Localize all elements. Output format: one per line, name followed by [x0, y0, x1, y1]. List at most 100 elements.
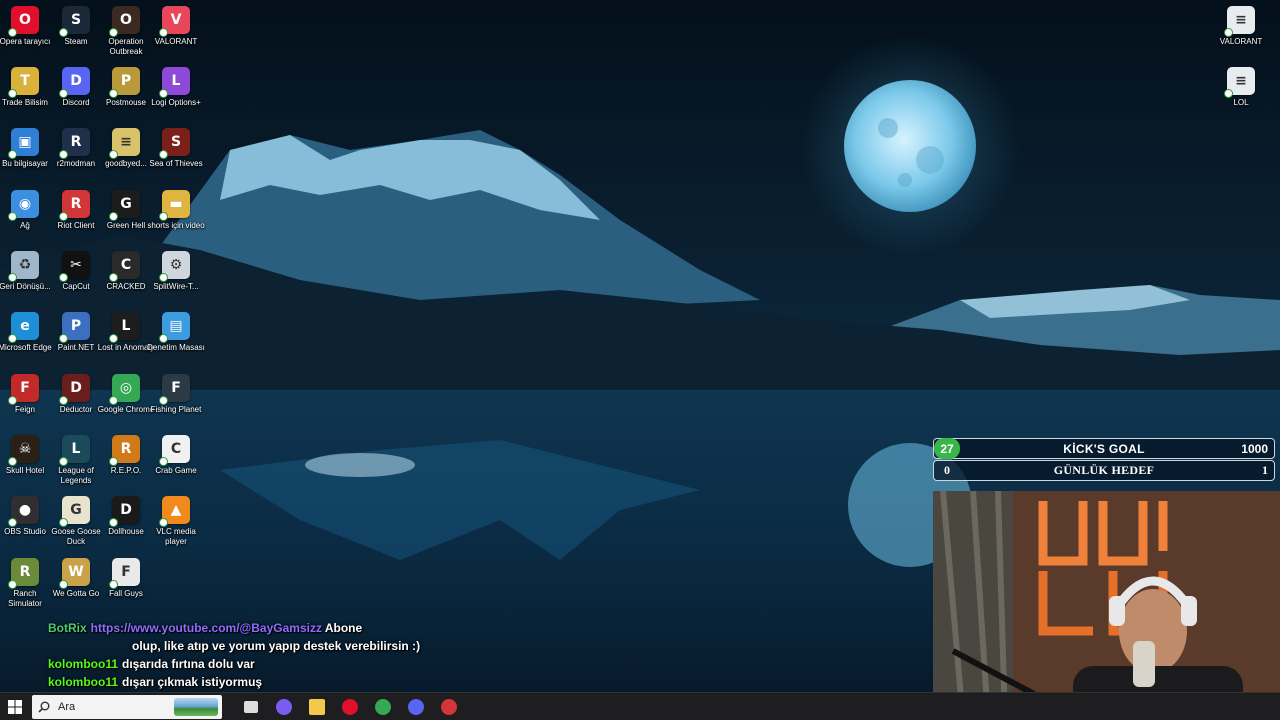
chat-message: BotRix https://www.youtube.com/@BayGamsiz…	[48, 621, 648, 639]
shortcut-arrow-icon	[8, 89, 17, 98]
deductor-icon: D	[59, 374, 90, 405]
we-gotta-go-icon: W	[59, 558, 90, 589]
text-file-icon: ≡	[1224, 6, 1255, 37]
desktop-shortcut[interactable]: L Logi Options+	[147, 67, 205, 108]
search-highlight-icon	[174, 697, 218, 716]
shortcut-arrow-icon	[8, 273, 17, 282]
shortcut-arrow-icon	[8, 212, 17, 221]
taskbar-app-button[interactable]	[432, 693, 465, 720]
desktop-shortcut[interactable]: e Microsoft Edge	[0, 312, 54, 353]
taskbar-app-button[interactable]	[399, 693, 432, 720]
shortcut-arrow-icon	[109, 273, 118, 282]
repo-icon: R	[109, 435, 140, 466]
desktop-shortcut[interactable]: ♻ Geri Dönüşü...	[0, 251, 54, 292]
taskbar-app-button[interactable]	[267, 693, 300, 720]
shortcut-arrow-icon	[59, 518, 68, 527]
desktop-shortcut[interactable]: ◉ Ağ	[0, 190, 54, 231]
fishing-planet-icon: F	[159, 374, 190, 405]
dollhouse-icon: D	[109, 496, 140, 527]
desktop-shortcut[interactable]: F Fishing Planet	[147, 374, 205, 415]
desktop-shortcut-label: Postmouse	[105, 98, 147, 107]
shortcut-arrow-icon	[159, 212, 168, 221]
shortcut-arrow-icon	[159, 518, 168, 527]
desktop-shortcut-label: VLC media player	[156, 527, 196, 546]
feign-icon: F	[8, 374, 39, 405]
desktop-shortcut[interactable]: F Feign	[0, 374, 54, 415]
logi-options-icon: L	[159, 67, 190, 98]
webcam-overlay	[933, 491, 1280, 720]
opera-icon	[341, 698, 358, 715]
desktop-shortcut[interactable]: ≡ VALORANT	[1212, 6, 1270, 47]
chat-message: kolomboo11 dışarı çıkmak istiyormuş	[48, 675, 648, 693]
taskbar-app-button[interactable]	[333, 693, 366, 720]
shortcut-arrow-icon	[8, 518, 17, 527]
desktop-shortcut[interactable]: O Opera tarayıcı	[0, 6, 54, 47]
chat-text: Abone	[324, 621, 363, 635]
copilot-icon	[275, 698, 292, 715]
start-button[interactable]	[0, 693, 30, 720]
desktop-shortcut-label: LOL	[1233, 98, 1249, 107]
desktop-shortcut-label: Fishing Planet	[150, 405, 202, 414]
operation-outbreak-icon: O	[109, 6, 140, 37]
shortcut-arrow-icon	[109, 457, 118, 466]
goal-target-count: 1000	[1241, 441, 1268, 456]
goose-goose-duck-icon: G	[59, 496, 90, 527]
stream-chat-overlay: BotRix https://www.youtube.com/@BayGamsiz…	[48, 621, 648, 693]
shortcut-arrow-icon	[8, 396, 17, 405]
shortcut-arrow-icon	[159, 334, 168, 343]
shortcut-arrow-icon	[159, 273, 168, 282]
shortcut-arrow-icon	[159, 28, 168, 37]
taskbar-app-button[interactable]	[300, 693, 333, 720]
desktop-shortcut[interactable]: ☠ Skull Hotel	[0, 435, 54, 476]
shortcut-arrow-icon	[159, 396, 168, 405]
network-icon: ◉	[8, 190, 39, 221]
lost-in-anomaly-icon: L	[109, 312, 140, 343]
chat-message: kolomboo11 dışarıda fırtına dolu var	[48, 657, 648, 675]
shortcut-arrow-icon	[8, 457, 17, 466]
desktop-shortcut-label: Riot Client	[57, 221, 95, 230]
shortcut-arrow-icon	[109, 518, 118, 527]
desktop-shortcut[interactable]: T Trade Bilisim	[0, 67, 54, 108]
desktop-shortcut[interactable]: S Sea of Thieves	[147, 128, 205, 169]
desktop-shortcut[interactable]: C Crab Game	[147, 435, 205, 476]
desktop-shortcut-label: Dollhouse	[108, 527, 144, 536]
desktop-shortcut[interactable]: ▣ Bu bilgisayar	[0, 128, 54, 169]
shortcut-arrow-icon	[109, 28, 118, 37]
shortcut-arrow-icon	[59, 28, 68, 37]
desktop-shortcut[interactable]: V VALORANT	[147, 6, 205, 47]
chat-link[interactable]: https://www.youtube.com/@BayGamsizz	[91, 621, 325, 635]
opera-icon: O	[8, 6, 39, 37]
desktop-shortcut[interactable]: ≡ LOL	[1212, 67, 1270, 108]
shortcut-arrow-icon	[109, 580, 118, 589]
desktop-shortcut[interactable]: F Fall Guys	[97, 558, 155, 599]
windows-start-icon	[8, 699, 22, 714]
taskbar-app-button[interactable]	[234, 693, 267, 720]
goal-current-count: 27	[934, 438, 960, 459]
desktop-shortcut[interactable]: ▬ shorts için video	[147, 190, 205, 231]
paint-net-icon: P	[59, 312, 90, 343]
desktop-shortcut[interactable]: ⚙ SplitWire-T...	[147, 251, 205, 292]
desktop-shortcut-label: R.E.P.O.	[110, 466, 142, 475]
desktop-shortcut-label: SplitWire-T...	[153, 282, 199, 291]
text-file-icon: ≡	[109, 128, 140, 159]
desktop-shortcut[interactable]: ▤ Denetim Masası	[147, 312, 205, 353]
chat-text: olup, like atıp ve yorum yapıp destek ve…	[132, 639, 421, 653]
taskbar-search-box[interactable]: Ara	[32, 694, 222, 719]
skull-hotel-icon: ☠	[8, 435, 39, 466]
ranch-simulator-icon: R	[8, 558, 39, 589]
taskbar-app-button[interactable]	[366, 693, 399, 720]
chat-text: dışarıda fırtına dolu var	[122, 657, 255, 671]
desktop-shortcut-label: Green Hell	[106, 221, 146, 230]
chat-username: kolomboo11	[48, 675, 119, 689]
desktop-shortcut-label: VALORANT	[154, 37, 198, 46]
desktop-shortcut[interactable]: R Ranch Simulator	[0, 558, 54, 609]
shortcut-arrow-icon	[109, 89, 118, 98]
desktop-shortcut[interactable]: ● OBS Studio	[0, 496, 54, 537]
recycle-bin-icon: ♻	[8, 251, 39, 282]
desktop-shortcut[interactable]: ▲ VLC media player	[147, 496, 205, 547]
file-explorer-icon	[308, 698, 325, 715]
shortcut-arrow-icon	[59, 273, 68, 282]
fall-guys-icon: F	[109, 558, 140, 589]
desktop-shortcut-label: Geri Dönüşü...	[0, 282, 51, 291]
desktop-shortcut-label: Sea of Thieves	[149, 159, 203, 168]
